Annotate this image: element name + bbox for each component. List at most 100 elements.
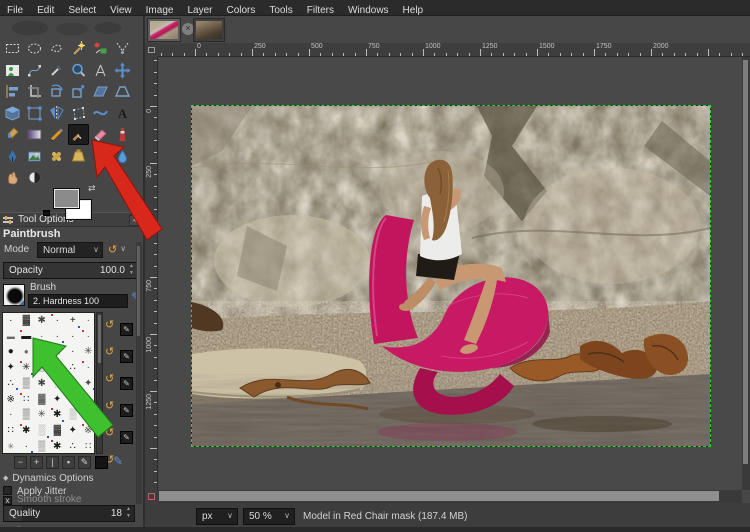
edit-brush-icon[interactable]: ✎ <box>113 454 123 468</box>
brush-cell[interactable]: ✦ <box>65 423 81 439</box>
brush-cell[interactable]: ░ <box>34 423 50 439</box>
brush-cell[interactable]: ▬ <box>3 329 19 345</box>
tool-paintbrush[interactable] <box>68 124 89 145</box>
tool-pencil[interactable] <box>46 124 67 145</box>
brush-cell[interactable]: ░ <box>65 407 81 423</box>
tool-perspective-clone[interactable] <box>68 146 89 167</box>
brush-footer-button[interactable]: − <box>14 456 27 469</box>
brush-cell[interactable]: ▬ <box>19 329 35 345</box>
brush-cell[interactable]: ● <box>19 344 35 360</box>
brush-action-button[interactable]: ✎ <box>120 323 133 336</box>
refresh-icon[interactable]: ↺ <box>105 319 118 332</box>
brush-cell[interactable]: ∴ <box>65 439 81 453</box>
tool-measure[interactable] <box>90 60 111 81</box>
refresh-icon[interactable]: ↺ <box>105 400 118 413</box>
brush-cell[interactable]: ★ <box>50 344 66 360</box>
tool-cage-transform[interactable] <box>68 103 89 124</box>
refresh-icon[interactable]: ↺ <box>105 427 118 440</box>
tool-smudge[interactable] <box>2 167 23 188</box>
tool-bucket-fill[interactable] <box>2 124 23 145</box>
brush-cell[interactable]: ✱ <box>34 313 50 329</box>
brush-cell[interactable]: · <box>81 392 95 408</box>
quality-slider[interactable]: Quality 18 ▲ ▼ <box>3 505 135 522</box>
brush-cell[interactable]: ● <box>65 392 81 408</box>
tool-text[interactable]: A <box>112 103 133 124</box>
brush-cell[interactable]: ● <box>3 344 19 360</box>
tool-options-scrollbar[interactable] <box>136 242 142 504</box>
tool-move[interactable] <box>112 60 133 81</box>
tool-fuzzy-select[interactable] <box>68 38 89 59</box>
brush-footer-button[interactable]: + <box>30 456 43 469</box>
brush-cell[interactable]: ✦ <box>3 360 19 376</box>
refresh-icon[interactable]: ↺ <box>105 346 118 359</box>
tool-color-picker[interactable] <box>46 60 67 81</box>
brush-cell[interactable]: · <box>3 407 19 423</box>
vertical-scrollbar[interactable] <box>742 57 750 490</box>
opacity-slider[interactable]: Opacity 100.0 ▲ ▼ <box>3 262 138 279</box>
brush-cell[interactable]: · <box>50 313 66 329</box>
opacity-spinner[interactable]: ▲ ▼ <box>127 263 136 278</box>
brush-cell[interactable]: ✦ <box>81 376 94 392</box>
tool-select-by-color[interactable] <box>90 38 111 59</box>
quick-mask-toggle[interactable] <box>145 490 158 503</box>
tool-heal[interactable] <box>46 146 67 167</box>
brush-color-swatch[interactable] <box>95 456 108 469</box>
brush-footer-button[interactable]: ✎ <box>78 456 91 469</box>
tool-clone[interactable] <box>24 146 45 167</box>
tool-ink[interactable] <box>2 146 23 167</box>
canvas-image[interactable] <box>191 105 711 447</box>
tool-scale[interactable] <box>68 81 89 102</box>
tool-airbrush[interactable] <box>112 124 133 145</box>
brush-cell[interactable]: · <box>3 313 19 329</box>
smooth-stroke-checkbox[interactable]: x <box>3 496 12 505</box>
brush-cell[interactable]: · <box>65 329 81 345</box>
tool-eraser[interactable] <box>90 124 111 145</box>
brush-action-button[interactable]: ✎ <box>120 350 133 363</box>
brush-cell[interactable]: ✱ <box>50 407 66 423</box>
zoom-dropdown[interactable]: 50 % ∨ <box>243 508 295 525</box>
tool-shear[interactable] <box>90 81 111 102</box>
brush-cell[interactable]: ∷ <box>3 423 19 439</box>
brush-cell[interactable]: · <box>81 329 95 345</box>
tool-crop[interactable] <box>24 81 45 102</box>
tool-alignment[interactable] <box>2 81 23 102</box>
tool-blur-sharpen[interactable] <box>112 146 133 167</box>
tool-mypaint-brush[interactable] <box>90 146 111 167</box>
brush-cell[interactable]: ※ <box>3 392 19 408</box>
brush-cell[interactable]: ✦ <box>50 392 66 408</box>
tool-warp-transform[interactable] <box>90 103 111 124</box>
swap-colors-icon[interactable]: ⇄ <box>88 183 96 194</box>
brush-cell[interactable]: ▓ <box>34 392 50 408</box>
tool-free-select[interactable] <box>46 38 67 59</box>
tool-gradient[interactable] <box>24 124 45 145</box>
tool-rotate[interactable] <box>46 81 67 102</box>
brush-cell[interactable]: ✦ <box>81 407 95 423</box>
brush-cell[interactable]: ∷ <box>81 439 95 453</box>
tool-flip[interactable] <box>46 103 67 124</box>
brush-cell[interactable]: · <box>50 329 66 345</box>
refresh-icon[interactable]: ↺ <box>105 373 118 386</box>
brush-cell[interactable]: + <box>65 313 81 329</box>
tool-scissors-select[interactable] <box>112 38 133 59</box>
brush-list-scrollbar[interactable] <box>96 312 103 454</box>
brush-action-button[interactable]: ✎ <box>120 377 133 390</box>
brush-footer-button[interactable]: | <box>46 456 59 469</box>
tool-perspective[interactable] <box>112 81 133 102</box>
brush-cell[interactable]: ▒ <box>34 439 50 453</box>
brush-cell[interactable]: ✳ <box>65 376 81 392</box>
brush-cell[interactable]: ▒ <box>34 360 50 376</box>
brush-cell[interactable]: ✳ <box>3 439 19 453</box>
horizontal-scrollbar[interactable] <box>158 490 742 503</box>
brush-cell[interactable]: · <box>19 439 35 453</box>
brush-cell[interactable]: ✱ <box>50 360 66 376</box>
brush-cell[interactable]: ▓ <box>50 423 66 439</box>
brush-cell[interactable]: · <box>81 360 95 376</box>
tool-dodge-burn[interactable] <box>24 167 45 188</box>
dock-menu-button[interactable]: ◂ <box>129 215 140 226</box>
brush-cell[interactable]: ▒ <box>19 407 35 423</box>
brush-cell[interactable]: ▓ <box>19 313 35 329</box>
unit-dropdown[interactable]: px ∨ <box>196 508 238 525</box>
active-brush-thumbnail[interactable] <box>3 284 25 306</box>
brush-action-button[interactable]: ✎ <box>120 404 133 417</box>
brush-cell[interactable]: ✱ <box>50 439 66 453</box>
